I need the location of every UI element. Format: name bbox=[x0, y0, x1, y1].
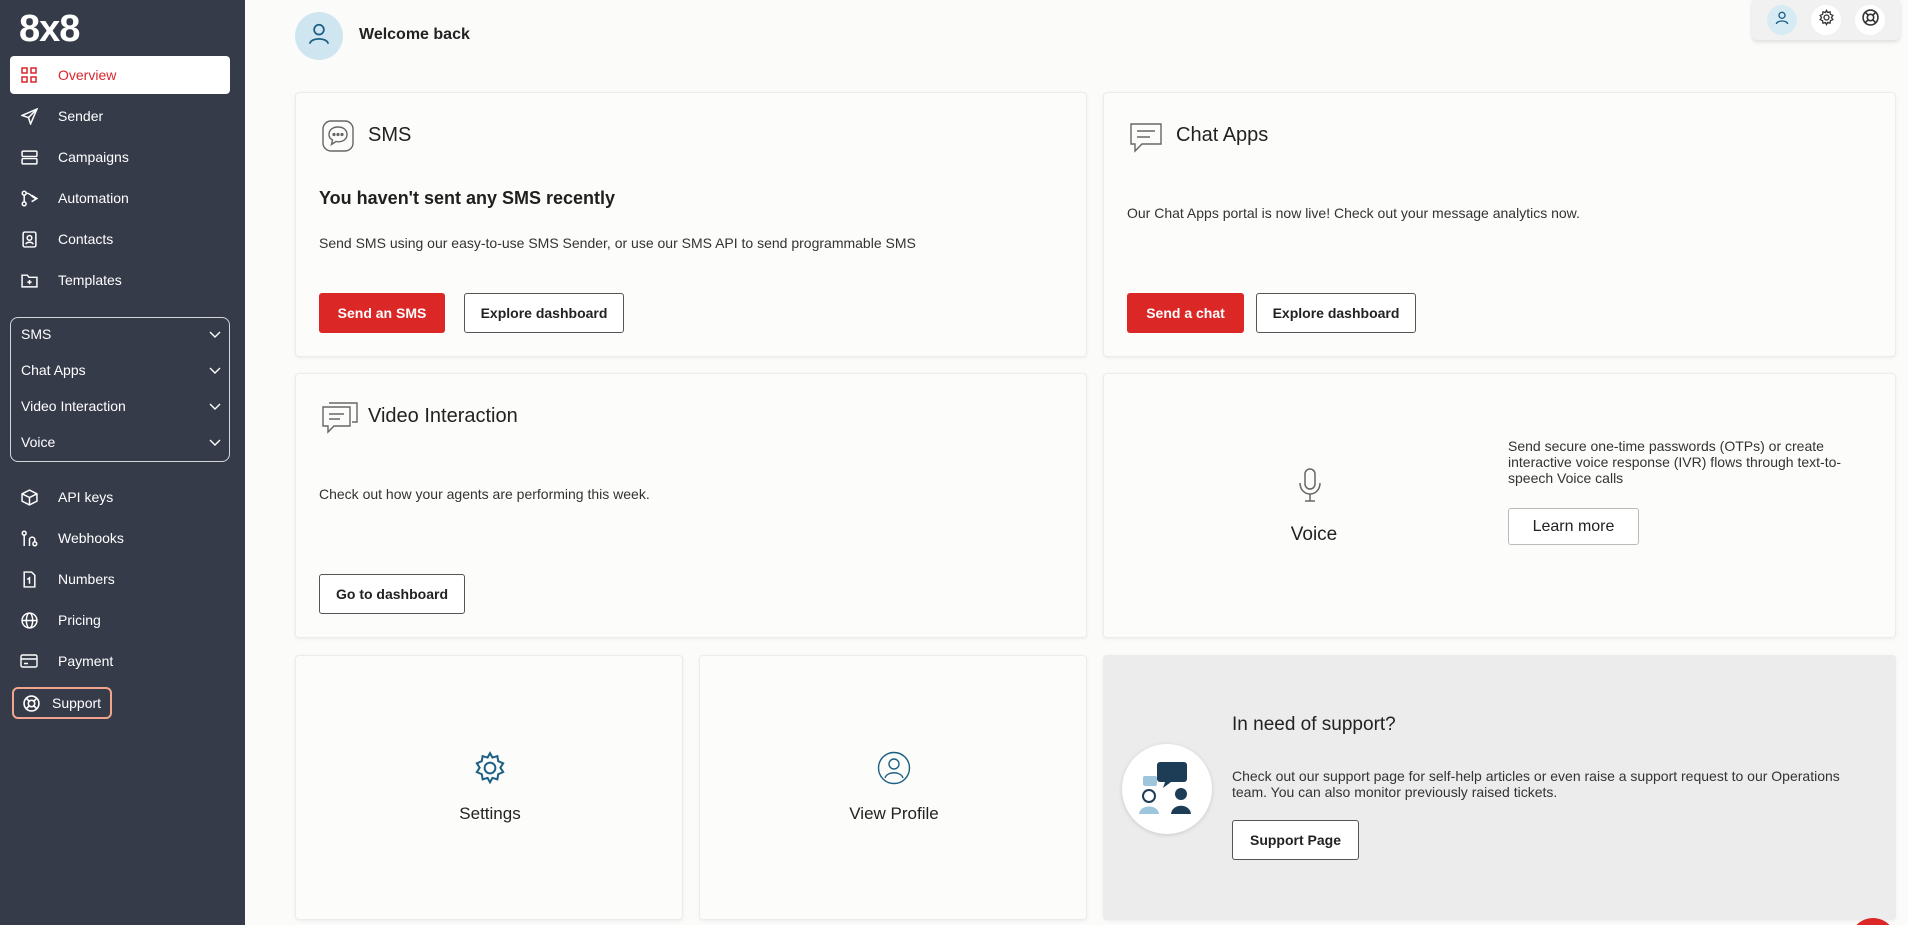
card-description: Our Chat Apps portal is now live! Check … bbox=[1127, 205, 1580, 221]
gear-icon bbox=[473, 751, 507, 790]
user-icon bbox=[306, 21, 332, 52]
sidebar-item-label: Contacts bbox=[58, 231, 114, 247]
chevron-down-icon bbox=[209, 362, 221, 378]
explore-sms-dashboard-button[interactable]: Explore dashboard bbox=[464, 293, 624, 333]
sidebar-item-webhooks[interactable]: Webhooks bbox=[10, 519, 230, 557]
chevron-down-icon bbox=[209, 326, 221, 342]
microphone-icon bbox=[1298, 468, 1322, 507]
sidebar-item-label: Overview bbox=[58, 67, 117, 83]
automation-icon bbox=[20, 189, 38, 207]
profile-icon bbox=[877, 751, 911, 790]
sidebar-item-automation[interactable]: Automation bbox=[10, 179, 230, 217]
webhook-icon bbox=[20, 529, 38, 547]
view-profile-card[interactable]: View Profile bbox=[699, 655, 1087, 920]
chat-apps-card: Chat Apps Our Chat Apps portal is now li… bbox=[1103, 92, 1896, 357]
sidebar-item-label: API keys bbox=[58, 489, 114, 505]
sidebar-item-label: Sender bbox=[58, 108, 104, 124]
key-icon bbox=[20, 488, 38, 506]
card-description: Send secure one-time passwords (OTPs) or… bbox=[1508, 438, 1842, 486]
campaigns-icon bbox=[20, 148, 38, 166]
card-description: Send SMS using our easy-to-use SMS Sende… bbox=[319, 235, 916, 251]
sidebar-item-overview[interactable]: Overview bbox=[10, 56, 230, 94]
send-sms-button[interactable]: Send an SMS bbox=[319, 293, 445, 333]
card-title: Video Interaction bbox=[368, 405, 518, 427]
explore-chat-dashboard-button[interactable]: Explore dashboard bbox=[1256, 293, 1416, 333]
support-agents-icon bbox=[1135, 758, 1199, 821]
sidebar: 8x8 Overview Sender Campaigns Automation… bbox=[0, 0, 245, 925]
learn-more-button[interactable]: Learn more bbox=[1508, 508, 1639, 545]
logo: 8x8 bbox=[19, 8, 80, 50]
globe-icon bbox=[20, 611, 38, 629]
sidebar-item-campaigns[interactable]: Campaigns bbox=[10, 138, 230, 176]
card-title: SMS bbox=[368, 124, 412, 146]
video-interaction-card: Video Interaction Check out how your age… bbox=[295, 373, 1087, 638]
group-label: Voice bbox=[21, 434, 56, 450]
voice-card: Voice Send secure one-time passwords (OT… bbox=[1103, 373, 1896, 638]
gear-icon bbox=[1818, 8, 1835, 31]
sidebar-item-label: Templates bbox=[58, 272, 122, 288]
sidebar-item-label: Automation bbox=[58, 190, 129, 206]
sidebar-item-api-keys[interactable]: API keys bbox=[10, 478, 230, 516]
sms-card: SMS You haven't sent any SMS recently Se… bbox=[295, 92, 1087, 357]
voice-label: Voice bbox=[1290, 524, 1338, 545]
avatar[interactable] bbox=[295, 12, 343, 60]
send-chat-button[interactable]: Send a chat bbox=[1127, 293, 1244, 333]
welcome-text: Welcome back bbox=[359, 26, 470, 43]
chevron-down-icon bbox=[209, 434, 221, 450]
message-icon bbox=[1130, 123, 1162, 158]
sidebar-item-label: Payment bbox=[58, 653, 114, 669]
group-label: Chat Apps bbox=[21, 362, 86, 378]
sidebar-item-label: Pricing bbox=[58, 612, 101, 628]
sidebar-item-label: Support bbox=[52, 695, 102, 711]
go-to-dashboard-button[interactable]: Go to dashboard bbox=[319, 574, 465, 614]
sidebar-item-pricing[interactable]: Pricing bbox=[10, 601, 230, 639]
user-icon bbox=[1774, 10, 1790, 31]
sidebar-item-support[interactable]: Support bbox=[12, 687, 112, 719]
group-label: SMS bbox=[21, 326, 52, 342]
card-title: Chat Apps bbox=[1176, 124, 1269, 146]
grid-icon bbox=[20, 66, 38, 84]
sidebar-group-sms[interactable]: SMS bbox=[21, 318, 221, 350]
support-page-button[interactable]: Support Page bbox=[1232, 820, 1359, 860]
sidebar-item-sender[interactable]: Sender bbox=[10, 97, 230, 135]
card-description: Check out our support page for self-help… bbox=[1232, 768, 1840, 800]
video-chat-icon bbox=[322, 402, 358, 441]
support-icon bbox=[1861, 9, 1879, 31]
chevron-down-icon bbox=[209, 398, 221, 414]
support-illustration bbox=[1122, 744, 1212, 834]
card-icon bbox=[20, 652, 38, 670]
support-card: In need of support? Check out our suppor… bbox=[1103, 655, 1896, 920]
sidebar-item-contacts[interactable]: Contacts bbox=[10, 220, 230, 258]
sidebar-group-voice[interactable]: Voice bbox=[21, 426, 221, 458]
chat-bubble-icon bbox=[322, 120, 354, 157]
sidebar-item-payment[interactable]: Payment bbox=[10, 642, 230, 680]
profile-button[interactable] bbox=[1767, 5, 1797, 35]
sidebar-item-label: Campaigns bbox=[58, 149, 129, 165]
templates-icon bbox=[20, 271, 38, 289]
sidebar-group-chat-apps[interactable]: Chat Apps bbox=[21, 354, 221, 386]
contacts-icon bbox=[20, 230, 38, 248]
card-title: In need of support? bbox=[1232, 714, 1396, 735]
group-label: Video Interaction bbox=[21, 398, 126, 414]
sidebar-item-label: Numbers bbox=[58, 571, 115, 587]
card-description: Check out how your agents are performing… bbox=[319, 486, 650, 502]
sidebar-group-video-interaction[interactable]: Video Interaction bbox=[21, 390, 221, 422]
numbers-icon bbox=[20, 570, 38, 588]
card-heading: You haven't sent any SMS recently bbox=[319, 188, 616, 208]
settings-button[interactable] bbox=[1811, 5, 1841, 35]
sidebar-item-numbers[interactable]: Numbers bbox=[10, 560, 230, 598]
settings-card[interactable]: Settings bbox=[295, 655, 683, 920]
settings-label: Settings bbox=[459, 804, 521, 823]
help-button[interactable] bbox=[1855, 5, 1885, 35]
sidebar-item-label: Webhooks bbox=[58, 530, 124, 546]
support-icon bbox=[22, 694, 40, 712]
product-group: SMS Chat Apps Video Interaction Voice bbox=[10, 317, 230, 462]
send-icon bbox=[20, 107, 38, 125]
view-profile-label: View Profile bbox=[849, 804, 939, 823]
sidebar-item-templates[interactable]: Templates bbox=[10, 261, 230, 299]
top-toolbar bbox=[1752, 0, 1900, 40]
